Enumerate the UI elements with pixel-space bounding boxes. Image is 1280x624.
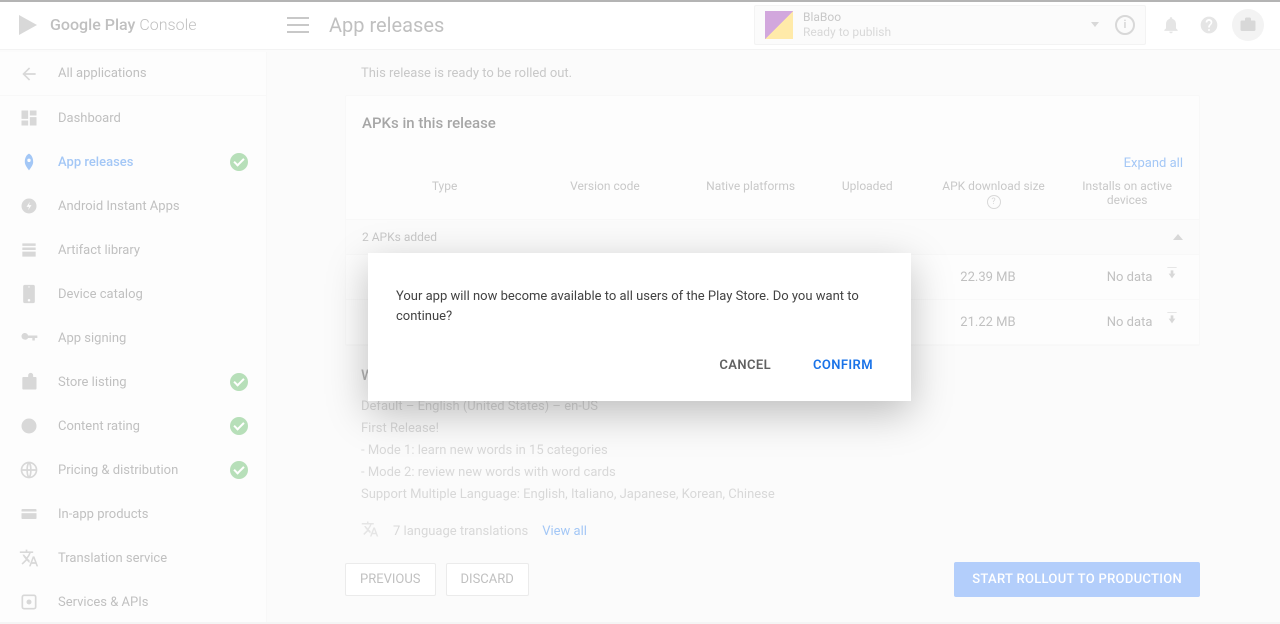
- confirm-dialog: Your app will now become available to al…: [368, 253, 911, 401]
- confirm-button[interactable]: CONFIRM: [809, 352, 877, 379]
- dialog-message: Your app will now become available to al…: [396, 287, 883, 326]
- cancel-button[interactable]: CANCEL: [715, 352, 775, 379]
